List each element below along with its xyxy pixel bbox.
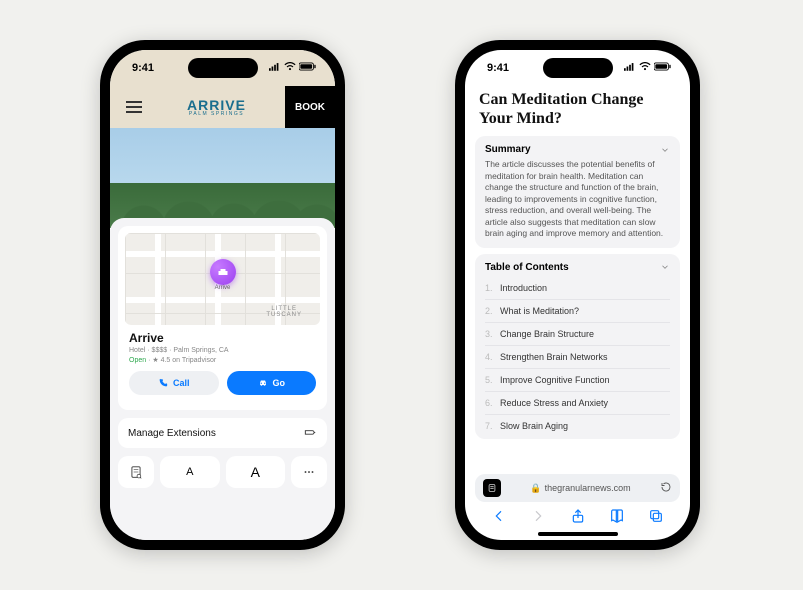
map-area-label: LITTLE TUSCANY [266, 306, 302, 319]
manage-extensions-button[interactable]: Manage Extensions [118, 418, 327, 448]
phone-left: 9:41 ARRIVE PALM SPRINGS BOOK [100, 40, 345, 550]
lock-icon: 🔒 [530, 483, 541, 493]
toc-list: 1.Introduction2.What is Meditation?3.Cha… [485, 277, 670, 437]
summary-card[interactable]: Summary The article discusses the potent… [475, 136, 680, 247]
reader-mode-icon[interactable] [483, 479, 501, 497]
logo[interactable]: ARRIVE PALM SPRINGS [148, 97, 285, 117]
notch [543, 58, 613, 78]
screen-right: 9:41 Can Meditation Change Your Mind? Su… [465, 50, 690, 540]
cellular-icon [624, 62, 636, 74]
place-name: Arrive [129, 331, 316, 345]
place-status: Open · ★ 4.5 on Tripadvisor [129, 356, 316, 364]
bookmarks-button[interactable] [609, 508, 625, 524]
battery-icon [654, 62, 672, 74]
toc-item[interactable]: 5.Improve Cognitive Function [485, 368, 670, 391]
article-title: Can Meditation Change Your Mind? [465, 86, 690, 136]
forward-button[interactable] [530, 508, 546, 524]
summary-body: The article discusses the potential bene… [485, 159, 670, 239]
url-text: 🔒thegranularnews.com [509, 483, 652, 494]
cellular-icon [269, 62, 281, 74]
go-button[interactable]: Go [227, 371, 317, 395]
site-header: ARRIVE PALM SPRINGS BOOK [110, 86, 335, 128]
notch [188, 58, 258, 78]
hero-image [110, 128, 335, 228]
extension-icon [303, 426, 317, 440]
toc-item[interactable]: 7.Slow Brain Aging [485, 414, 670, 437]
reader-button[interactable] [118, 456, 154, 488]
toc-card: Table of Contents 1.Introduction2.What i… [475, 254, 680, 439]
phone-right: 9:41 Can Meditation Change Your Mind? Su… [455, 40, 700, 550]
call-button[interactable]: Call [129, 371, 219, 395]
safari-chrome: 🔒thegranularnews.com [465, 474, 690, 540]
chevron-down-icon [660, 262, 670, 272]
book-button[interactable]: BOOK [285, 86, 335, 128]
status-time: 9:41 [487, 62, 509, 74]
rating: ★ 4.5 on Tripadvisor [152, 357, 216, 364]
car-icon [258, 378, 268, 388]
more-icon [302, 465, 316, 479]
logo-sub: PALM SPRINGS [148, 111, 285, 117]
status-icons [624, 62, 672, 74]
status-icons [269, 62, 317, 74]
menu-icon[interactable] [120, 95, 148, 119]
phone-icon [158, 378, 168, 388]
pin-label: Arrive [215, 285, 231, 291]
tabs-button[interactable] [648, 508, 664, 524]
chevron-down-icon [660, 145, 670, 155]
open-label: Open [129, 357, 146, 364]
action-row: Call Go [129, 371, 316, 395]
url-bar[interactable]: 🔒thegranularnews.com [475, 474, 680, 502]
screen-left: 9:41 ARRIVE PALM SPRINGS BOOK [110, 50, 335, 540]
toc-item[interactable]: 4.Strengthen Brain Networks [485, 345, 670, 368]
font-smaller-button[interactable]: A [160, 456, 220, 488]
battery-icon [299, 62, 317, 74]
map-card: Arrive LITTLE TUSCANY Arrive Hotel · $$$… [118, 226, 327, 410]
toc-item[interactable]: 2.What is Meditation? [485, 299, 670, 322]
toc-header[interactable]: Table of Contents [485, 262, 670, 273]
wifi-icon [284, 62, 296, 74]
toc-item[interactable]: 1.Introduction [485, 277, 670, 299]
map[interactable]: Arrive LITTLE TUSCANY [125, 233, 320, 325]
summary-header[interactable]: Summary [485, 144, 670, 155]
place-info: Arrive Hotel · $$$$ · Palm Springs, CA O… [125, 325, 320, 403]
place-meta: Hotel · $$$$ · Palm Springs, CA [129, 347, 316, 354]
map-pin-icon[interactable] [210, 259, 236, 285]
font-larger-button[interactable]: A [226, 456, 286, 488]
status-time: 9:41 [132, 62, 154, 74]
back-button[interactable] [491, 508, 507, 524]
info-sheet: Arrive LITTLE TUSCANY Arrive Hotel · $$$… [110, 218, 335, 540]
home-indicator[interactable] [538, 532, 618, 536]
wifi-icon [639, 62, 651, 74]
reload-button[interactable] [660, 481, 672, 495]
toc-item[interactable]: 3.Change Brain Structure [485, 322, 670, 345]
toc-item[interactable]: 6.Reduce Stress and Anxiety [485, 391, 670, 414]
page-icon [129, 465, 143, 479]
more-button[interactable] [291, 456, 327, 488]
safari-toolbar: A A [118, 456, 327, 494]
share-button[interactable] [570, 508, 586, 524]
